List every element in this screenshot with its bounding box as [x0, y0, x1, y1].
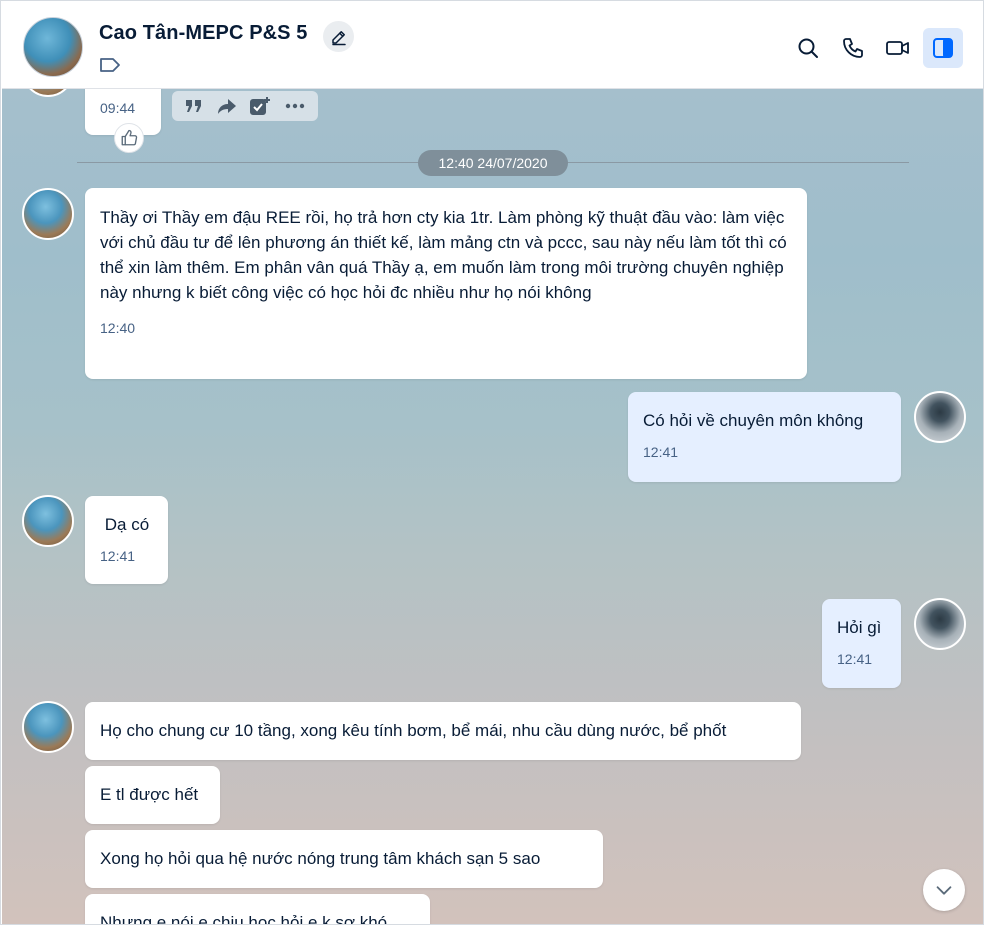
- avatar[interactable]: [22, 188, 74, 240]
- add-task-icon[interactable]: [249, 96, 271, 116]
- more-options-icon[interactable]: [284, 96, 306, 116]
- chat-window: Cao Tân-MEPC P&S 5 09:44 12:40 24/07/202…: [0, 0, 984, 925]
- conversation-info-toggle[interactable]: [923, 28, 963, 68]
- message-text: Có hỏi về chuyên môn không: [643, 411, 864, 430]
- message-bubble[interactable]: Có hỏi về chuyên môn không 12:41: [628, 392, 901, 482]
- message-text: Họ cho chung cư 10 tầng, xong kêu tính b…: [100, 721, 727, 740]
- message-text: Hỏi gì: [837, 618, 882, 637]
- chevron-down-icon: [936, 886, 952, 895]
- message-bubble[interactable]: Nhưng e nói e chịu học hỏi e k sợ khó: [85, 894, 430, 925]
- chat-header: Cao Tân-MEPC P&S 5: [2, 2, 983, 89]
- label-tag-icon[interactable]: [99, 57, 121, 73]
- chat-title[interactable]: Cao Tân-MEPC P&S 5: [99, 22, 308, 45]
- contact-avatar[interactable]: [23, 17, 83, 77]
- scroll-to-bottom-button[interactable]: [923, 869, 965, 911]
- avatar[interactable]: [22, 89, 74, 97]
- avatar[interactable]: [914, 598, 966, 650]
- date-divider: 12:40 24/07/2020: [418, 150, 568, 176]
- message-bubble[interactable]: Xong họ hỏi qua hệ nước nóng trung tâm k…: [85, 830, 603, 888]
- message-bubble[interactable]: Thầy ơi Thầy em đậu REE rồi, họ trả hơn …: [85, 188, 807, 379]
- message-time: 12:41: [643, 444, 679, 460]
- message-time: 12:41: [100, 548, 136, 564]
- avatar[interactable]: [914, 391, 966, 443]
- avatar[interactable]: [22, 495, 74, 547]
- react-like-button[interactable]: [114, 123, 144, 153]
- message-text: Nhưng e nói e chịu học hỏi e k sợ khó: [100, 913, 388, 925]
- message-bubble[interactable]: Họ cho chung cư 10 tầng, xong kêu tính b…: [85, 702, 801, 760]
- message-time: 09:44: [100, 100, 136, 116]
- sidebar-toggle-icon: [933, 38, 953, 58]
- video-call-button[interactable]: [878, 28, 918, 68]
- message-time: 12:41: [837, 651, 873, 667]
- message-actions: [172, 91, 318, 121]
- edit-name-button[interactable]: [323, 21, 354, 52]
- phone-icon: [843, 38, 863, 58]
- forward-icon[interactable]: [217, 96, 237, 116]
- message-text: Xong họ hỏi qua hệ nước nóng trung tâm k…: [100, 849, 541, 868]
- message-text: Dạ có: [100, 515, 150, 534]
- message-bubble[interactable]: Hỏi gì 12:41: [822, 599, 901, 688]
- thumbs-up-icon: [121, 129, 138, 146]
- search-icon: [798, 38, 818, 58]
- video-call-icon: [886, 41, 909, 55]
- message-time: 12:40: [100, 320, 136, 336]
- pencil-icon: [331, 30, 346, 45]
- search-button[interactable]: [788, 28, 828, 68]
- avatar[interactable]: [22, 701, 74, 753]
- quote-icon[interactable]: [184, 96, 204, 116]
- message-text: E tl được hết: [100, 785, 199, 804]
- message-bubble[interactable]: Dạ có 12:41: [85, 496, 168, 584]
- message-list[interactable]: 09:44 12:40 24/07/2020 Thầy ơi Thầy em đ…: [2, 89, 983, 925]
- message-text: Thầy ơi Thầy em đậu REE rồi, họ trả hơn …: [100, 208, 792, 302]
- voice-call-button[interactable]: [833, 28, 873, 68]
- message-bubble[interactable]: E tl được hết: [85, 766, 220, 824]
